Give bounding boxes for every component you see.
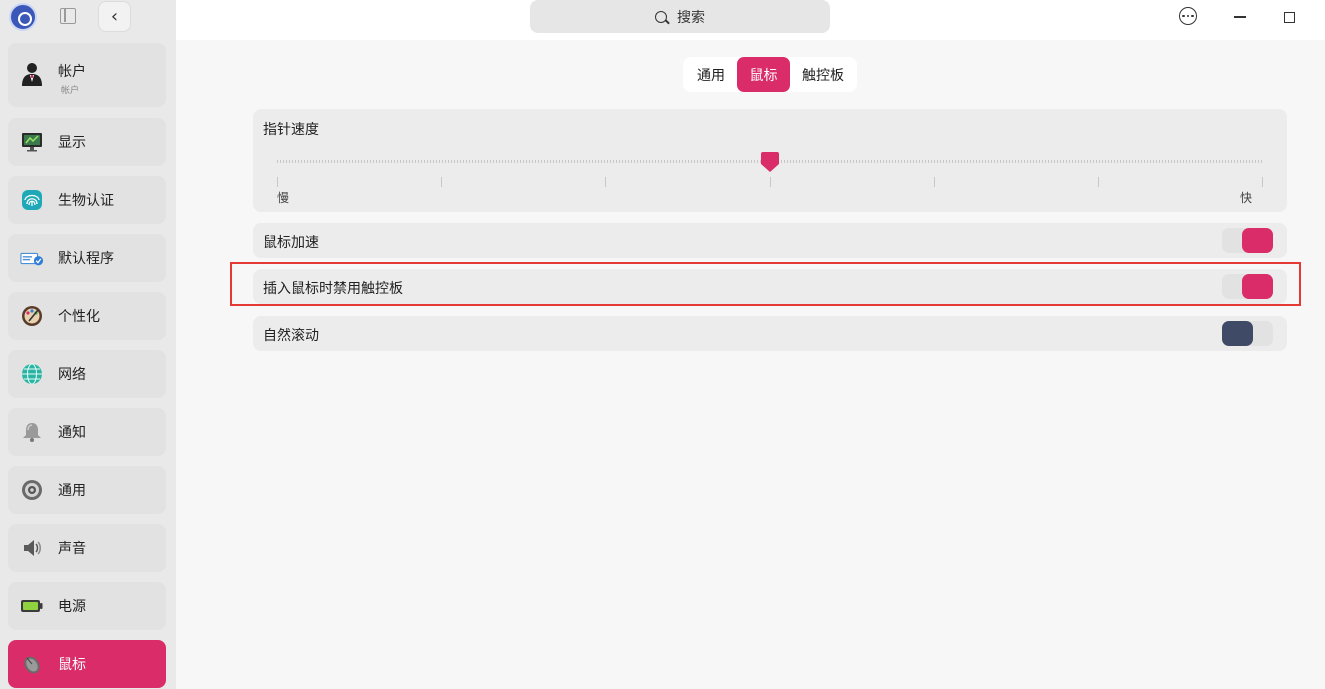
speaker-icon bbox=[20, 536, 44, 560]
slider-tick bbox=[277, 177, 278, 187]
pointer-speed-card: 指针速度 慢 快 bbox=[253, 109, 1287, 212]
sidebar-item-personalization[interactable]: 个性化 bbox=[8, 292, 166, 340]
mouse-icon bbox=[20, 652, 44, 676]
sidebar-item-label: 鼠标 bbox=[58, 657, 86, 673]
general-gear-icon bbox=[20, 478, 44, 502]
switch-knob bbox=[1242, 228, 1273, 253]
slider-tick bbox=[605, 177, 606, 187]
slider-max-label: 快 bbox=[1240, 191, 1253, 205]
slider-tick bbox=[441, 177, 442, 187]
natural-scrolling-label: 自然滚动 bbox=[263, 328, 319, 344]
sidebar-header: ‹ bbox=[0, 0, 176, 36]
sidebar-item-account[interactable]: 帐户 帐户 bbox=[8, 43, 166, 107]
bell-icon bbox=[20, 420, 44, 444]
mouse-acceleration-row: 鼠标加速 bbox=[253, 223, 1287, 258]
sidebar-item-network[interactable]: 网络 bbox=[8, 350, 166, 398]
tab-touchpad[interactable]: 触控板 bbox=[793, 57, 853, 92]
pointer-speed-slider-thumb[interactable] bbox=[760, 151, 780, 173]
sidebar-item-general[interactable]: 通用 bbox=[8, 466, 166, 514]
sidebar-item-label: 个性化 bbox=[58, 309, 100, 325]
title-bar: 搜索 bbox=[176, 0, 1325, 40]
tab-mouse[interactable]: 鼠标 bbox=[737, 57, 790, 92]
network-globe-icon bbox=[20, 362, 44, 386]
palette-icon bbox=[20, 304, 44, 328]
mouse-acceleration-label: 鼠标加速 bbox=[263, 235, 319, 251]
natural-scrolling-row: 自然滚动 bbox=[253, 316, 1287, 351]
highlight-annotation bbox=[230, 262, 1301, 306]
slider-min-label: 慢 bbox=[277, 191, 290, 205]
sidebar-item-label: 默认程序 bbox=[58, 251, 114, 267]
back-button[interactable]: ‹ bbox=[98, 1, 131, 32]
slider-tick bbox=[1262, 177, 1263, 187]
natural-scrolling-switch[interactable] bbox=[1222, 321, 1273, 346]
monitor-icon bbox=[20, 130, 44, 154]
tab-general[interactable]: 通用 bbox=[687, 57, 735, 92]
sidebar-item-label: 网络 bbox=[58, 367, 86, 383]
sidebar-item-biometric[interactable]: 生物认证 bbox=[8, 176, 166, 224]
fingerprint-icon bbox=[20, 188, 44, 212]
user-avatar-icon bbox=[20, 61, 44, 86]
search-placeholder: 搜索 bbox=[677, 9, 705, 26]
slider-tick bbox=[770, 177, 771, 187]
slider-tick bbox=[1098, 177, 1099, 187]
mouse-acceleration-switch[interactable] bbox=[1222, 228, 1273, 253]
sidebar-item-label: 生物认证 bbox=[58, 193, 114, 209]
sidebar-item-default-apps[interactable]: 默认程序 bbox=[8, 234, 166, 282]
pointer-speed-title: 指针速度 bbox=[263, 122, 319, 138]
search-input[interactable]: 搜索 bbox=[530, 0, 830, 33]
slider-tick bbox=[934, 177, 935, 187]
sidebar-item-notification[interactable]: 通知 bbox=[8, 408, 166, 456]
switch-knob bbox=[1222, 321, 1253, 346]
sidebar-item-mouse[interactable]: 鼠标 bbox=[8, 640, 166, 688]
sidebar-item-label: 声音 bbox=[58, 541, 86, 557]
default-apps-icon bbox=[20, 246, 44, 270]
more-options-icon[interactable] bbox=[1179, 7, 1197, 25]
sidebar-item-label: 帐户 bbox=[58, 64, 86, 80]
chevron-left-icon: ‹ bbox=[110, 6, 119, 27]
battery-icon bbox=[20, 594, 44, 618]
sidebar-item-label: 通知 bbox=[58, 425, 86, 441]
sidebar-item-sublabel: 帐户 bbox=[61, 86, 80, 96]
sidebar-item-display[interactable]: 显示 bbox=[8, 118, 166, 166]
minimize-icon[interactable] bbox=[1234, 16, 1246, 18]
sidebar-item-label: 电源 bbox=[58, 599, 86, 615]
search-icon bbox=[655, 10, 667, 23]
maximize-icon[interactable] bbox=[1284, 12, 1295, 23]
control-center-logo-icon bbox=[9, 3, 37, 31]
sidebar: ‹ 帐户 帐户 显示 生物认证 默认程序 个性化 网络 通知 通用 声音 电源 … bbox=[0, 0, 176, 689]
sidebar-item-label: 显示 bbox=[58, 135, 86, 151]
sidebar-item-label: 通用 bbox=[58, 483, 86, 499]
sidebar-item-power[interactable]: 电源 bbox=[8, 582, 166, 630]
settings-tabs: 通用 鼠标 触控板 bbox=[683, 57, 857, 92]
sidebar-item-sound[interactable]: 声音 bbox=[8, 524, 166, 572]
sidebar-toggle-icon[interactable] bbox=[60, 8, 76, 24]
